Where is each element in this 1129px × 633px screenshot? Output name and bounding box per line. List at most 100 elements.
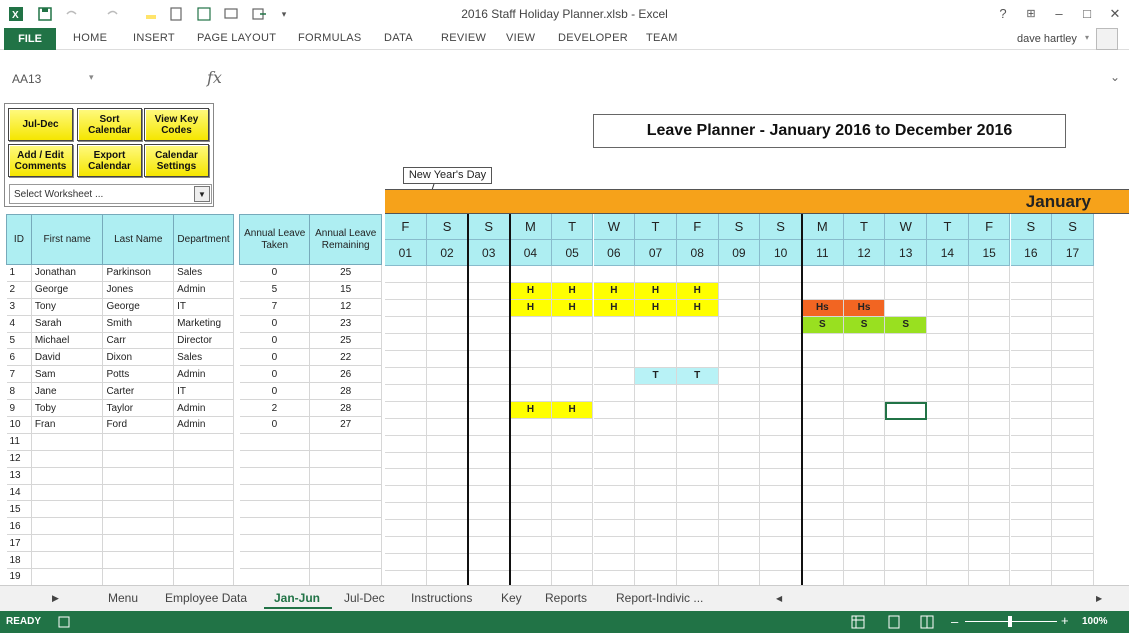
macro-record-icon[interactable] — [58, 616, 70, 628]
calendar-cell[interactable] — [1052, 299, 1094, 317]
calendar-cell[interactable] — [385, 418, 427, 436]
tab-review[interactable]: REVIEW — [441, 32, 486, 44]
calendar-cell[interactable] — [468, 554, 511, 572]
calendar-cell[interactable] — [426, 367, 469, 385]
calendar-cell[interactable] — [593, 503, 636, 521]
calendar-cell[interactable] — [551, 486, 594, 504]
minimize-icon[interactable]: – — [1049, 5, 1069, 23]
table-row[interactable] — [239, 500, 382, 519]
calendar-cell[interactable] — [426, 266, 469, 283]
cell-first[interactable]: Jane — [31, 382, 104, 401]
calendar-cell[interactable] — [551, 435, 594, 453]
table-row[interactable]: 7 Sam Potts Admin — [6, 365, 234, 384]
calendar-cell[interactable] — [968, 367, 1011, 385]
calendar-cell[interactable] — [885, 350, 928, 368]
calendar-cell[interactable] — [635, 452, 677, 470]
calendar-cell[interactable] — [802, 520, 844, 538]
leave-cell[interactable]: H — [635, 299, 677, 317]
cell-taken[interactable]: 7 — [239, 298, 311, 316]
cell-last[interactable]: Ford — [102, 416, 175, 434]
leave-cell[interactable]: H — [510, 282, 552, 300]
calendar-cell[interactable] — [718, 299, 761, 317]
cell-dept[interactable] — [173, 568, 234, 585]
leave-cell[interactable]: S — [843, 316, 886, 334]
calendar-cell[interactable] — [676, 316, 719, 334]
calendar-cell[interactable] — [676, 350, 719, 368]
calendar-cell[interactable] — [968, 486, 1011, 504]
sheet-tab-instructions[interactable]: Instructions — [411, 591, 472, 605]
calendar-cell[interactable] — [760, 384, 802, 402]
cell-dept[interactable]: Sales — [173, 264, 234, 282]
sheet-tab-report-individual[interactable]: Report-Indivic ... — [616, 591, 703, 605]
calendar-cell[interactable] — [885, 554, 928, 572]
cell-last[interactable]: Dixon — [102, 348, 175, 367]
cell-remaining[interactable]: 28 — [309, 399, 382, 418]
calendar-cell[interactable] — [593, 537, 636, 555]
calendar-cell[interactable] — [843, 486, 886, 504]
cell-dept[interactable] — [173, 551, 234, 570]
calendar-cell[interactable] — [968, 554, 1011, 572]
cell-remaining[interactable] — [309, 517, 382, 536]
calendar-cell[interactable] — [1052, 503, 1094, 521]
calendar-cell[interactable] — [1052, 367, 1094, 385]
calendar-cell[interactable] — [968, 266, 1011, 283]
select-worksheet-dropdown[interactable]: Select Worksheet ... ▼ — [9, 184, 212, 204]
calendar-cell[interactable] — [760, 537, 802, 555]
cell-dept[interactable]: Marketing — [173, 315, 234, 333]
cell-dept[interactable]: IT — [173, 382, 234, 401]
calendar-cell[interactable] — [1052, 418, 1094, 436]
calendar-cell[interactable] — [843, 503, 886, 521]
calendar-cell[interactable] — [1052, 537, 1094, 555]
table-row[interactable] — [239, 450, 382, 468]
calendar-cell[interactable] — [385, 384, 427, 402]
zoom-level[interactable]: 100% — [1082, 616, 1108, 627]
cell-first[interactable] — [31, 433, 104, 451]
cell-first[interactable]: Fran — [31, 416, 104, 434]
calendar-cell[interactable] — [843, 266, 886, 283]
calendar-cell[interactable] — [1010, 503, 1053, 521]
calendar-cell[interactable] — [718, 520, 761, 538]
cell-taken[interactable]: 0 — [239, 382, 311, 401]
calendar-cell[interactable] — [1052, 571, 1094, 585]
cell-taken[interactable] — [239, 534, 311, 553]
calendar-cell[interactable] — [426, 418, 469, 436]
table-row[interactable]: 16 — [6, 517, 234, 536]
calendar-cell[interactable] — [843, 384, 886, 402]
calendar-cell[interactable] — [468, 401, 511, 419]
cell-taken[interactable] — [239, 433, 311, 451]
cell-remaining[interactable]: 22 — [309, 348, 382, 367]
calendar-cell[interactable] — [593, 554, 636, 572]
calendar-cell[interactable] — [1052, 333, 1094, 351]
calendar-cell[interactable] — [760, 503, 802, 521]
cell-dept[interactable]: Admin — [173, 365, 234, 384]
calendar-cell[interactable] — [676, 401, 719, 419]
calendar-cell[interactable] — [927, 469, 969, 487]
calendar-cell[interactable] — [802, 266, 844, 283]
calendar-cell[interactable] — [551, 367, 594, 385]
cell-id[interactable]: 9 — [6, 399, 32, 418]
cell-id[interactable]: 3 — [6, 298, 32, 316]
cell-taken[interactable] — [239, 500, 311, 519]
cell-id[interactable]: 16 — [6, 517, 32, 536]
calendar-cell[interactable] — [468, 299, 511, 317]
cell-taken[interactable] — [239, 551, 311, 570]
leave-cell[interactable]: H — [593, 299, 636, 317]
calendar-cell[interactable] — [760, 486, 802, 504]
calendar-cell[interactable] — [385, 350, 427, 368]
table-row[interactable] — [239, 551, 382, 570]
calendar-cell[interactable] — [1052, 452, 1094, 470]
calendar-cell[interactable] — [635, 384, 677, 402]
calendar-cell[interactable] — [927, 503, 969, 521]
calendar-cell[interactable] — [927, 282, 969, 300]
calendar-cell[interactable] — [927, 384, 969, 402]
calendar-cell[interactable] — [760, 333, 802, 351]
calendar-cell[interactable] — [760, 469, 802, 487]
close-icon[interactable]: ✕ — [1105, 5, 1125, 23]
cell-id[interactable]: 18 — [6, 551, 32, 570]
calendar-cell[interactable] — [1010, 469, 1053, 487]
table-row[interactable] — [239, 517, 382, 536]
cell-remaining[interactable]: 26 — [309, 365, 382, 384]
calendar-cell[interactable] — [510, 266, 552, 283]
cell-dept[interactable] — [173, 433, 234, 451]
cell-first[interactable] — [31, 484, 104, 502]
